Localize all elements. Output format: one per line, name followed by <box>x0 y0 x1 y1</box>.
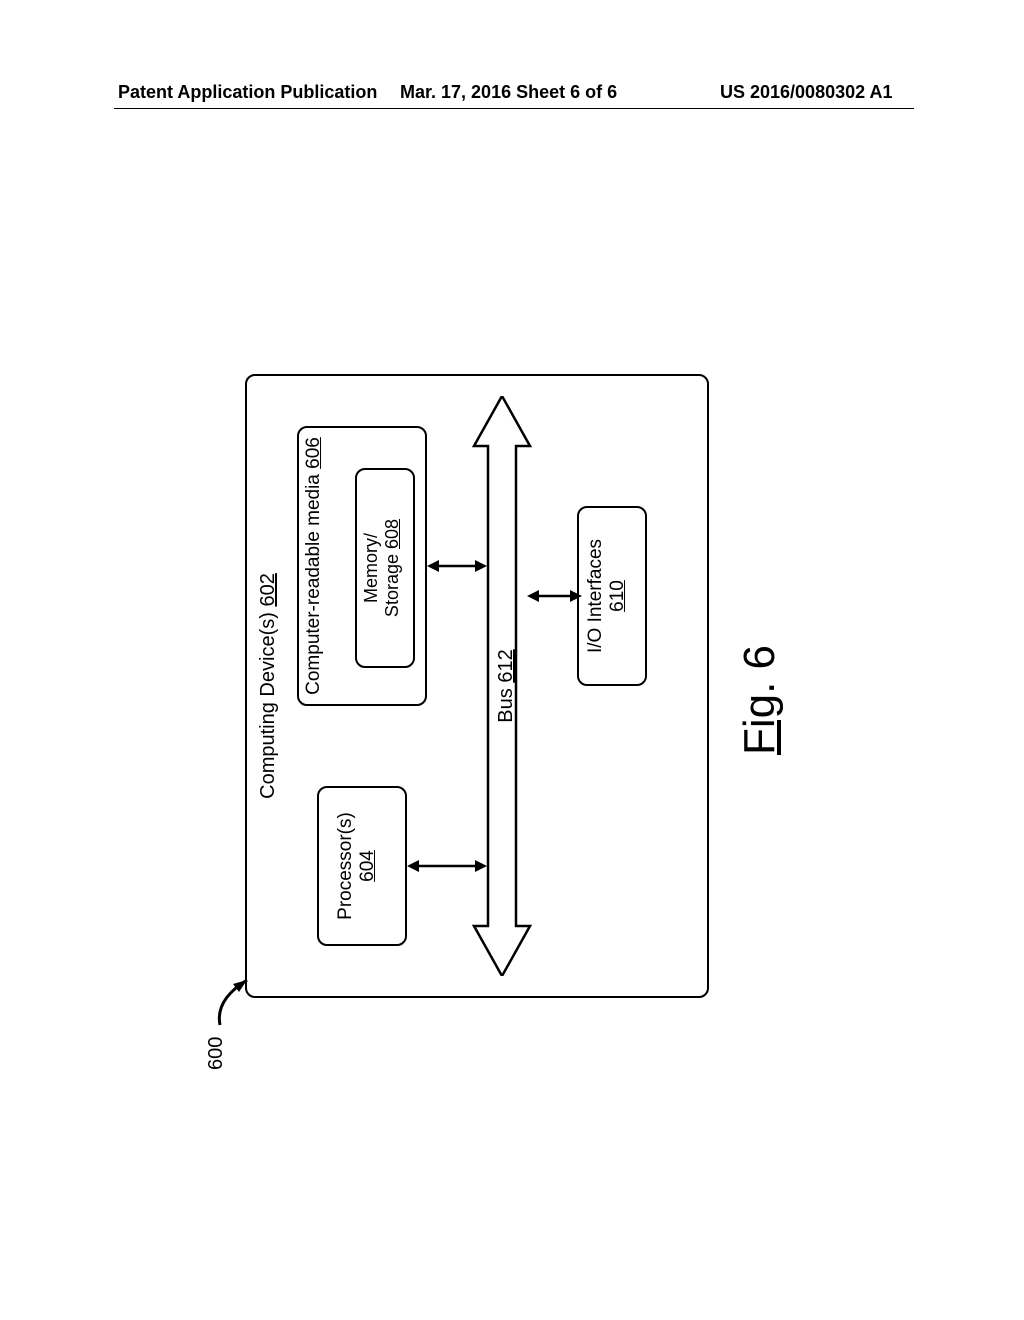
memory-label-2: Storage <box>382 554 402 617</box>
memory-num: 608 <box>382 519 402 549</box>
bus-text: Bus <box>495 688 517 722</box>
connector-io-bus-icon <box>527 581 582 611</box>
media-label: Computer-readable media <box>303 474 324 695</box>
media-label-line: Computer-readable media 606 <box>303 428 325 704</box>
bus-label: Bus 612 <box>495 376 518 996</box>
figure-caption-num: . 6 <box>735 645 784 694</box>
processor-label: Processor(s) <box>335 788 357 944</box>
io-label: I/O Interfaces <box>585 508 607 684</box>
memory-box: Memory/ Storage 608 <box>355 468 415 668</box>
media-box: Computer-readable media 606 Memory/ Stor… <box>297 426 427 706</box>
bus-num: 612 <box>495 649 517 682</box>
header-center: Mar. 17, 2016 Sheet 6 of 6 <box>400 82 617 103</box>
header-left: Patent Application Publication <box>118 82 377 103</box>
processor-box: Processor(s) 604 <box>317 786 407 946</box>
header-rule <box>114 108 914 109</box>
computing-device-text: Computing Device(s) <box>257 612 279 799</box>
patent-page: Patent Application Publication Mar. 17, … <box>0 0 1024 1320</box>
computing-device-box: Computing Device(s) 602 Processor(s) 604… <box>245 374 709 998</box>
memory-label-1: Memory/ <box>361 470 382 666</box>
memory-label-2-line: Storage 608 <box>382 470 403 666</box>
figure-ref-number: 600 <box>205 1037 228 1070</box>
computing-device-num: 602 <box>257 573 279 606</box>
figure-6: 600 Computing Device(s) 602 Processor(s)… <box>235 330 795 1070</box>
computing-device-label: Computing Device(s) 602 <box>257 376 280 996</box>
processor-num: 604 <box>357 788 379 944</box>
header-right: US 2016/0080302 A1 <box>720 82 892 103</box>
media-num: 606 <box>303 437 324 469</box>
io-num: 610 <box>607 508 629 684</box>
figure-caption-prefix: Fig <box>735 694 784 755</box>
io-box: I/O Interfaces 610 <box>577 506 647 686</box>
figure-caption: Fig. 6 <box>735 330 785 1070</box>
